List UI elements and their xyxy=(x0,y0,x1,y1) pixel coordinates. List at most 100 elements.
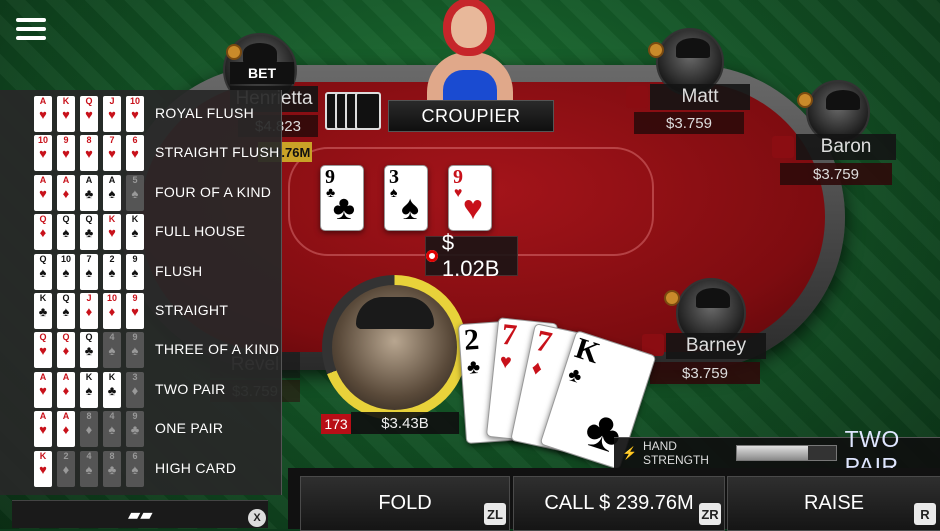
hand-ranking-name: THREE OF A KIND xyxy=(155,341,280,358)
hand-ranking-card: 5 ♠ xyxy=(126,174,144,211)
hand-ranking-card: 8 ♥ xyxy=(80,135,98,172)
hand-ranking-name: STRAIGHT xyxy=(155,302,229,318)
hand-ranking-name: FULL HOUSE xyxy=(155,223,246,240)
hand-ranking-card: 9 ♠ xyxy=(126,253,144,290)
hand-ranking-name: HIGH CARD xyxy=(155,459,237,476)
hand-ranking-card: Q ♦ xyxy=(34,214,52,251)
key-hint-zr: ZR xyxy=(699,503,721,525)
hand-ranking-name: TWO PAIR xyxy=(155,380,226,397)
player-stack: $3.759 xyxy=(634,112,744,134)
hand-ranking-card: A ♥ xyxy=(34,411,52,448)
hand-ranking-card: Q ♠ xyxy=(34,253,52,290)
board-card: 3 ♠ ♠ xyxy=(384,165,428,231)
player-level-badge xyxy=(664,290,680,306)
menu-icon[interactable] xyxy=(16,18,46,42)
hand-ranking-card: 7 ♠ xyxy=(80,253,98,290)
hand-ranking-card: 9 ♠ xyxy=(126,332,144,369)
hand-ranking-row: K ♥ 2 ♦ 4 ♠ 8 ♣ 6 ♠ HIGH CARD xyxy=(34,450,280,489)
hand-strength-label: HAND STRENGTH xyxy=(642,439,709,467)
hand-ranking-name: ONE PAIR xyxy=(155,420,224,437)
hand-ranking-card: 9 ♥ xyxy=(57,135,75,172)
hand-ranking-card: A ♥ xyxy=(34,96,52,132)
player-stack: $3.759 xyxy=(780,163,892,185)
player-level-badge xyxy=(797,92,813,108)
hand-ranking-card: 9 ♥ xyxy=(126,293,144,329)
hand-ranking-card: 7 ♥ xyxy=(103,135,121,172)
hand-ranking-row: K ♣ Q ♠ J ♦ 10 ♦ 9 ♥ STRAIGHT xyxy=(34,293,280,331)
hand-strength-bar: ⚡ HAND STRENGTH TWO PAIR xyxy=(614,426,940,479)
hand-ranking-card: Q ♣ xyxy=(80,332,98,369)
hand-ranking-card: 4 ♠ xyxy=(103,332,121,369)
hand-ranking-card: Q ♣ xyxy=(80,214,98,251)
key-hint-x: X xyxy=(248,509,266,527)
hand-ranking-card: A ♥ xyxy=(34,174,52,211)
hand-ranking-card: Q ♠ xyxy=(57,293,75,329)
player-level-badge xyxy=(226,44,242,60)
hand-ranking-card: K ♥ xyxy=(57,96,75,132)
hand-ranking-card: A ♦ xyxy=(57,174,75,211)
hand-ranking-name: ROYAL FLUSH xyxy=(155,105,254,121)
hand-ranking-card: 9 ♣ xyxy=(126,411,144,448)
hand-ranking-card: A ♦ xyxy=(57,371,75,408)
hand-ranking-row: A ♥ A ♦ K ♠ K ♣ 3 ♦ TWO PAIR xyxy=(34,371,280,410)
player-name: Barney xyxy=(666,333,766,359)
hand-ranking-card: 8 ♣ xyxy=(103,450,121,487)
call-button[interactable]: CALL $ 239.76M xyxy=(513,476,725,531)
deck-icon xyxy=(325,92,383,130)
player-name: Baron xyxy=(796,134,896,160)
hand-ranking-card: Q ♥ xyxy=(34,332,52,369)
raise-button[interactable]: RAISE xyxy=(727,476,940,531)
hand-ranking-card: 8 ♦ xyxy=(80,411,98,448)
hero-stack: $3.43B xyxy=(351,412,459,434)
key-hint-r: R xyxy=(914,503,936,525)
hand-ranking-card: 10 ♥ xyxy=(126,96,144,132)
hand-ranking-row: Q ♥ Q ♦ Q ♣ 4 ♠ 9 ♠ THREE OF A KIND xyxy=(34,332,280,370)
hand-ranking-card: K ♣ xyxy=(34,293,52,329)
hand-ranking-card: K ♠ xyxy=(80,371,98,408)
hand-ranking-card: 2 ♦ xyxy=(57,450,75,487)
hand-ranking-row: A ♥ A ♦ A ♣ A ♠ 5 ♠ FOUR OF A KIND xyxy=(34,174,280,213)
hand-ranking-name: FOUR OF A KIND xyxy=(155,183,272,200)
bolt-icon: ⚡ xyxy=(622,446,637,460)
player-name: Matt xyxy=(650,84,750,110)
hand-ranking-row: Q ♠ 10 ♠ 7 ♠ 2 ♠ 9 ♠ FLUSH xyxy=(34,253,280,292)
hand-ranking-card: A ♠ xyxy=(103,174,121,211)
pot-amount: $ 1.02B xyxy=(441,230,500,281)
player-tab xyxy=(772,136,794,158)
cards-icon[interactable]: ▰▰ xyxy=(128,505,153,524)
hero-level: 173 xyxy=(321,414,351,434)
hand-ranking-card: K ♥ xyxy=(103,214,121,251)
hand-ranking-card: Q ♥ xyxy=(80,96,98,132)
player-level-badge xyxy=(648,42,664,58)
hand-ranking-row: A ♥ K ♥ Q ♥ J ♥ 10 ♥ ROYAL FLUSH xyxy=(34,96,280,134)
hand-ranking-card: A ♦ xyxy=(57,411,75,448)
hand-strength-meter xyxy=(735,445,837,461)
board-card: 9 ♥ ♥ xyxy=(448,165,492,231)
bet-tag: BET xyxy=(230,62,294,84)
hand-ranking-name: FLUSH xyxy=(155,262,203,279)
hand-ranking-card: Q ♦ xyxy=(57,332,75,369)
board-card: 9 ♣ ♣ xyxy=(320,165,364,231)
hand-ranking-card: K ♥ xyxy=(34,450,52,487)
hand-ranking-row: Q ♦ Q ♠ Q ♣ K ♥ K ♠ FULL HOUSE xyxy=(34,214,280,252)
croupier-label: CROUPIER xyxy=(388,100,554,132)
pot-display: $ 1.02B xyxy=(425,230,518,281)
chip-icon xyxy=(426,250,438,262)
croupier-avatar xyxy=(415,2,525,102)
hand-ranking-card: 4 ♠ xyxy=(80,450,98,487)
hand-rankings-panel: A ♥ K ♥ Q ♥ J ♥ 10 ♥ ROYAL FLUSH 10 ♥ 9 ♥ 8 ♥ 7 ♥ 6 ♥ STRAIGH… xyxy=(0,90,282,495)
hand-ranking-card: 2 ♠ xyxy=(103,253,121,290)
hand-ranking-card: J ♥ xyxy=(103,96,121,132)
hand-ranking-card: K ♣ xyxy=(103,371,121,408)
hand-ranking-card: 3 ♦ xyxy=(126,371,144,408)
hand-ranking-card: Q ♠ xyxy=(57,214,75,251)
hand-ranking-card: 4 ♠ xyxy=(103,411,121,448)
hand-ranking-row: 10 ♥ 9 ♥ 8 ♥ 7 ♥ 6 ♥ STRAIGHT FLUSH xyxy=(34,135,280,173)
hand-ranking-card: 6 ♥ xyxy=(126,135,144,172)
hand-ranking-card: 10 ♥ xyxy=(34,135,52,172)
hand-ranking-card: J ♦ xyxy=(80,293,98,329)
player-stack: $3.759 xyxy=(650,362,760,384)
fold-button[interactable]: FOLD xyxy=(300,476,510,531)
hand-ranking-card: K ♠ xyxy=(126,214,144,251)
player-tab xyxy=(626,86,648,108)
